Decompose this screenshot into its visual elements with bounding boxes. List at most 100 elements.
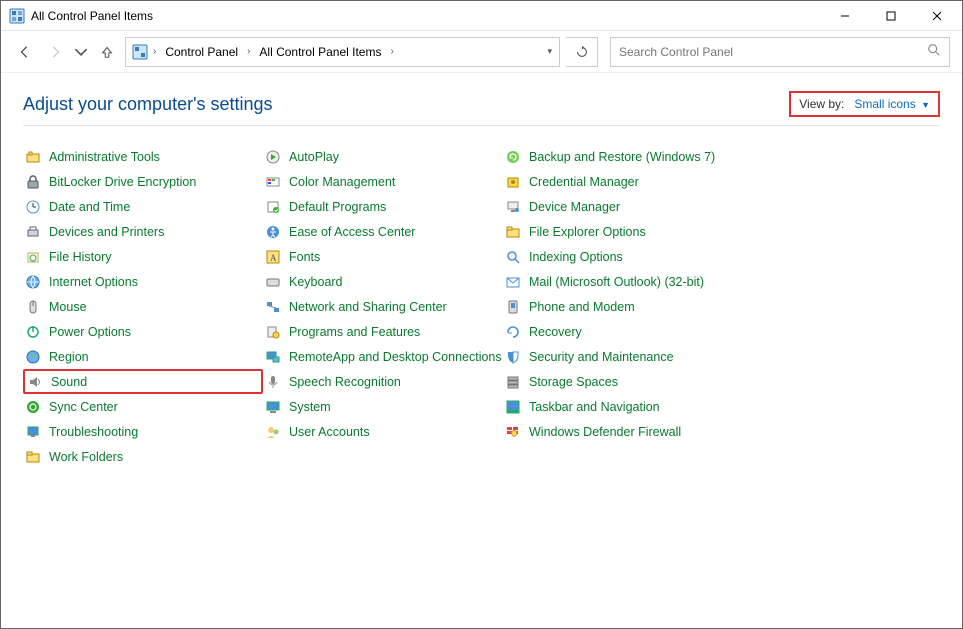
cp-item-label: Work Folders <box>49 450 123 464</box>
cp-item-system[interactable]: System <box>263 394 503 419</box>
search-input[interactable]: Search Control Panel <box>610 37 950 67</box>
cp-item-storage-spaces[interactable]: Storage Spaces <box>503 369 743 394</box>
chevron-right-icon[interactable]: › <box>246 46 251 57</box>
address-bar[interactable]: › Control Panel › All Control Panel Item… <box>125 37 560 67</box>
view-by-label: View by: <box>799 97 844 111</box>
cp-item-label: Credential Manager <box>529 175 639 189</box>
cp-item-keyboard[interactable]: Keyboard <box>263 269 503 294</box>
items-column-2: AutoPlay Color Management Default Programs… <box>263 144 503 469</box>
cp-item-ease-of-access-center[interactable]: Ease of Access Center <box>263 219 503 244</box>
address-bar-row: › Control Panel › All Control Panel Item… <box>1 31 962 73</box>
cp-item-sound[interactable]: Sound <box>23 369 263 394</box>
chevron-down-icon: ▼ <box>921 100 930 110</box>
cp-item-label: Taskbar and Navigation <box>529 400 660 414</box>
ease-of-access-center-icon <box>265 224 281 240</box>
recent-locations-dropdown[interactable] <box>73 40 89 64</box>
mail-microsoft-outlook-32-bit-icon <box>505 274 521 290</box>
cp-item-date-and-time[interactable]: Date and Time <box>23 194 263 219</box>
cp-item-label: Power Options <box>49 325 131 339</box>
cp-item-label: Device Manager <box>529 200 620 214</box>
programs-and-features-icon <box>265 324 281 340</box>
chevron-right-icon[interactable]: › <box>152 46 157 57</box>
cp-item-file-explorer-options[interactable]: File Explorer Options <box>503 219 743 244</box>
sound-icon <box>27 374 43 390</box>
cp-item-indexing-options[interactable]: Indexing Options <box>503 244 743 269</box>
cp-item-default-programs[interactable]: Default Programs <box>263 194 503 219</box>
address-dropdown-icon[interactable]: ▾ <box>546 46 553 57</box>
cp-item-speech-recognition[interactable]: Speech Recognition <box>263 369 503 394</box>
phone-and-modem-icon <box>505 299 521 315</box>
back-button[interactable] <box>13 40 37 64</box>
cp-item-autoplay[interactable]: AutoPlay <box>263 144 503 169</box>
forward-button[interactable] <box>43 40 67 64</box>
cp-item-credential-manager[interactable]: Credential Manager <box>503 169 743 194</box>
cp-item-label: Default Programs <box>289 200 386 214</box>
maximize-button[interactable] <box>868 1 914 30</box>
taskbar-and-navigation-icon <box>505 399 521 415</box>
cp-item-label: Administrative Tools <box>49 150 160 164</box>
cp-item-bitlocker-drive-encryption[interactable]: BitLocker Drive Encryption <box>23 169 263 194</box>
cp-item-label: User Accounts <box>289 425 370 439</box>
cp-item-windows-defender-firewall[interactable]: Windows Defender Firewall <box>503 419 743 444</box>
system-icon <box>265 399 281 415</box>
cp-item-label: Color Management <box>289 175 395 189</box>
internet-options-icon <box>25 274 41 290</box>
cp-item-label: Ease of Access Center <box>289 225 415 239</box>
cp-item-taskbar-and-navigation[interactable]: Taskbar and Navigation <box>503 394 743 419</box>
cp-item-label: Devices and Printers <box>49 225 164 239</box>
chevron-right-icon[interactable]: › <box>389 46 394 57</box>
cp-item-mail-microsoft-outlook-32-bit[interactable]: Mail (Microsoft Outlook) (32-bit) <box>503 269 743 294</box>
cp-item-device-manager[interactable]: Device Manager <box>503 194 743 219</box>
cp-item-label: Recovery <box>529 325 582 339</box>
cp-item-network-and-sharing-center[interactable]: Network and Sharing Center <box>263 294 503 319</box>
cp-item-label: Speech Recognition <box>289 375 401 389</box>
recovery-icon <box>505 324 521 340</box>
devices-and-printers-icon <box>25 224 41 240</box>
items-grid: Administrative Tools BitLocker Drive Encr… <box>23 144 940 469</box>
cp-item-remoteapp-and-desktop-connections[interactable]: RemoteApp and Desktop Connections <box>263 344 503 369</box>
cp-item-label: File History <box>49 250 112 264</box>
search-icon <box>927 43 941 60</box>
cp-item-programs-and-features[interactable]: Programs and Features <box>263 319 503 344</box>
up-button[interactable] <box>95 40 119 64</box>
breadcrumb-root[interactable]: Control Panel <box>161 43 242 61</box>
cp-item-label: Indexing Options <box>529 250 623 264</box>
view-by-selector[interactable]: View by: Small icons ▼ <box>789 91 940 117</box>
cp-item-backup-and-restore-windows-7[interactable]: Backup and Restore (Windows 7) <box>503 144 743 169</box>
content-area: Adjust your computer's settings View by:… <box>1 73 962 479</box>
refresh-button[interactable] <box>566 37 598 67</box>
cp-item-sync-center[interactable]: Sync Center <box>23 394 263 419</box>
cp-item-label: Network and Sharing Center <box>289 300 447 314</box>
minimize-button[interactable] <box>822 1 868 30</box>
cp-item-label: RemoteApp and Desktop Connections <box>289 350 502 364</box>
cp-item-recovery[interactable]: Recovery <box>503 319 743 344</box>
cp-item-phone-and-modem[interactable]: Phone and Modem <box>503 294 743 319</box>
cp-item-label: Security and Maintenance <box>529 350 674 364</box>
cp-item-internet-options[interactable]: Internet Options <box>23 269 263 294</box>
cp-item-troubleshooting[interactable]: Troubleshooting <box>23 419 263 444</box>
autoplay-icon <box>265 149 281 165</box>
cp-item-power-options[interactable]: Power Options <box>23 319 263 344</box>
cp-item-color-management[interactable]: Color Management <box>263 169 503 194</box>
cp-item-file-history[interactable]: File History <box>23 244 263 269</box>
cp-item-work-folders[interactable]: Work Folders <box>23 444 263 469</box>
cp-item-fonts[interactable]: AFonts <box>263 244 503 269</box>
cp-item-user-accounts[interactable]: User Accounts <box>263 419 503 444</box>
security-and-maintenance-icon <box>505 349 521 365</box>
breadcrumb-current[interactable]: All Control Panel Items <box>255 43 385 61</box>
cp-item-label: File Explorer Options <box>529 225 646 239</box>
cp-item-region[interactable]: Region <box>23 344 263 369</box>
cp-item-mouse[interactable]: Mouse <box>23 294 263 319</box>
cp-item-label: Windows Defender Firewall <box>529 425 681 439</box>
search-placeholder: Search Control Panel <box>619 45 927 59</box>
cp-item-label: AutoPlay <box>289 150 339 164</box>
close-button[interactable] <box>914 1 960 30</box>
date-and-time-icon <box>25 199 41 215</box>
control-panel-icon <box>132 44 148 60</box>
cp-item-label: Sound <box>51 375 87 389</box>
titlebar: All Control Panel Items <box>1 1 962 31</box>
cp-item-administrative-tools[interactable]: Administrative Tools <box>23 144 263 169</box>
cp-item-devices-and-printers[interactable]: Devices and Printers <box>23 219 263 244</box>
cp-item-security-and-maintenance[interactable]: Security and Maintenance <box>503 344 743 369</box>
fonts-icon: A <box>265 249 281 265</box>
